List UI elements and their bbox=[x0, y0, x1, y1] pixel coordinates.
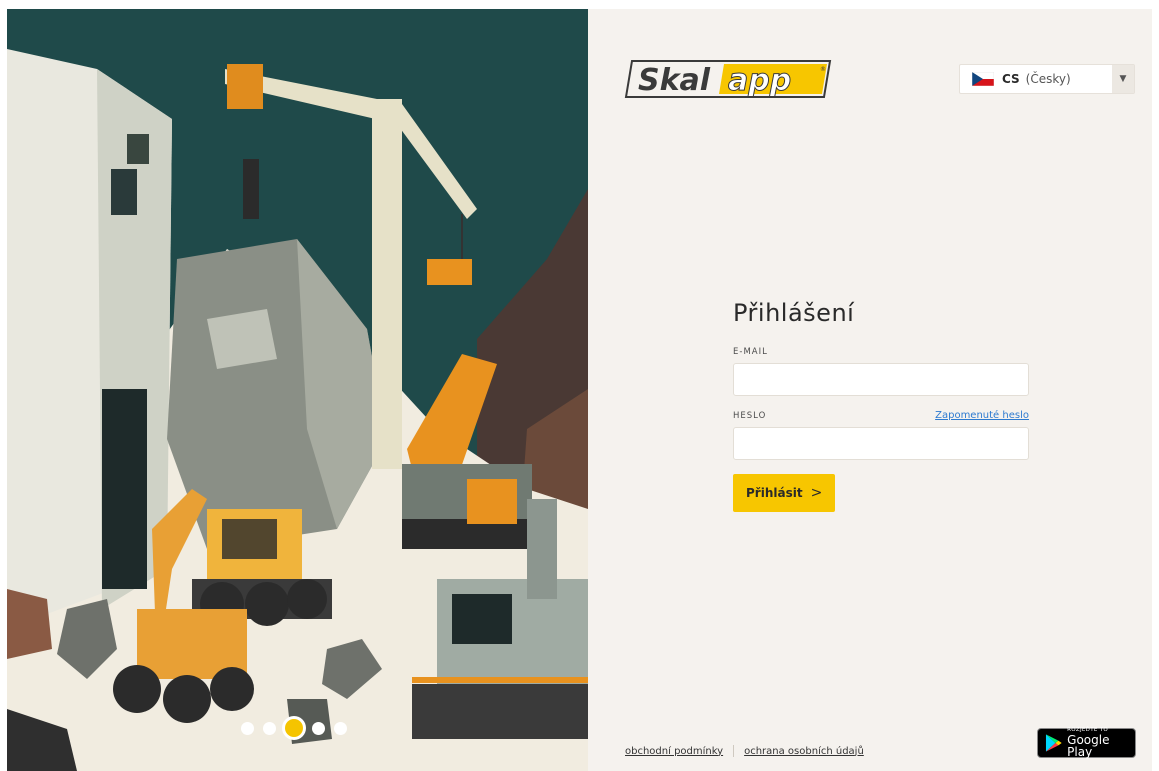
google-play-text: ROZJEĎTE TO Google Play bbox=[1067, 727, 1135, 760]
carousel-dot-3-active[interactable] bbox=[285, 719, 303, 737]
google-play-icon bbox=[1045, 734, 1062, 752]
forgot-password-link[interactable]: Zapomenuté heslo bbox=[935, 410, 1029, 421]
carousel-dots bbox=[241, 719, 347, 737]
carousel-dot-5[interactable] bbox=[334, 721, 347, 735]
czech-flag-icon bbox=[972, 72, 994, 86]
login-panel: Skal app ® CS (Česky) ▼ Přihlášení E-MAI… bbox=[588, 9, 1152, 771]
logo-text-app: app bbox=[728, 63, 791, 98]
login-button-label: Přihlásit bbox=[746, 486, 803, 500]
app-frame: Skal app ® CS (Česky) ▼ Přihlášení E-MAI… bbox=[7, 9, 1152, 771]
login-form: Přihlášení E-MAIL HESLO Zapomenuté heslo… bbox=[733, 299, 1029, 512]
email-field[interactable] bbox=[733, 363, 1029, 396]
hero-illustration bbox=[7, 9, 588, 771]
google-play-store-name: Google Play bbox=[1067, 733, 1110, 760]
construction-site-illustration bbox=[7, 9, 588, 771]
language-code: CS bbox=[1002, 72, 1020, 86]
privacy-link[interactable]: ochrana osobních údajů bbox=[744, 746, 864, 757]
email-label: E-MAIL bbox=[733, 347, 768, 357]
footer-links: obchodní podmínky ochrana osobních údajů bbox=[625, 745, 864, 757]
carousel-dot-2[interactable] bbox=[263, 721, 276, 735]
page-title: Přihlášení bbox=[733, 299, 855, 327]
logo-text-skal: Skal bbox=[638, 63, 711, 98]
language-select[interactable]: CS (Česky) ▼ bbox=[959, 64, 1135, 94]
registered-mark: ® bbox=[820, 66, 826, 73]
password-label: HESLO bbox=[733, 411, 767, 421]
carousel-dot-1[interactable] bbox=[241, 721, 254, 735]
caret-down-icon[interactable]: ▼ bbox=[1112, 65, 1134, 93]
language-name: (Česky) bbox=[1025, 72, 1071, 86]
google-play-badge[interactable]: ROZJEĎTE TO Google Play bbox=[1037, 727, 1136, 760]
skalapp-logo[interactable]: Skal app ® bbox=[624, 55, 834, 103]
email-label-row: E-MAIL bbox=[733, 347, 1029, 357]
footer-divider bbox=[733, 745, 735, 757]
password-label-row: HESLO Zapomenuté heslo bbox=[733, 410, 1029, 421]
terms-link[interactable]: obchodní podmínky bbox=[625, 746, 723, 757]
chevron-right-icon: > bbox=[810, 485, 823, 501]
carousel-dot-4[interactable] bbox=[312, 721, 325, 735]
login-button[interactable]: Přihlásit > bbox=[733, 474, 836, 512]
password-field[interactable] bbox=[733, 427, 1029, 460]
